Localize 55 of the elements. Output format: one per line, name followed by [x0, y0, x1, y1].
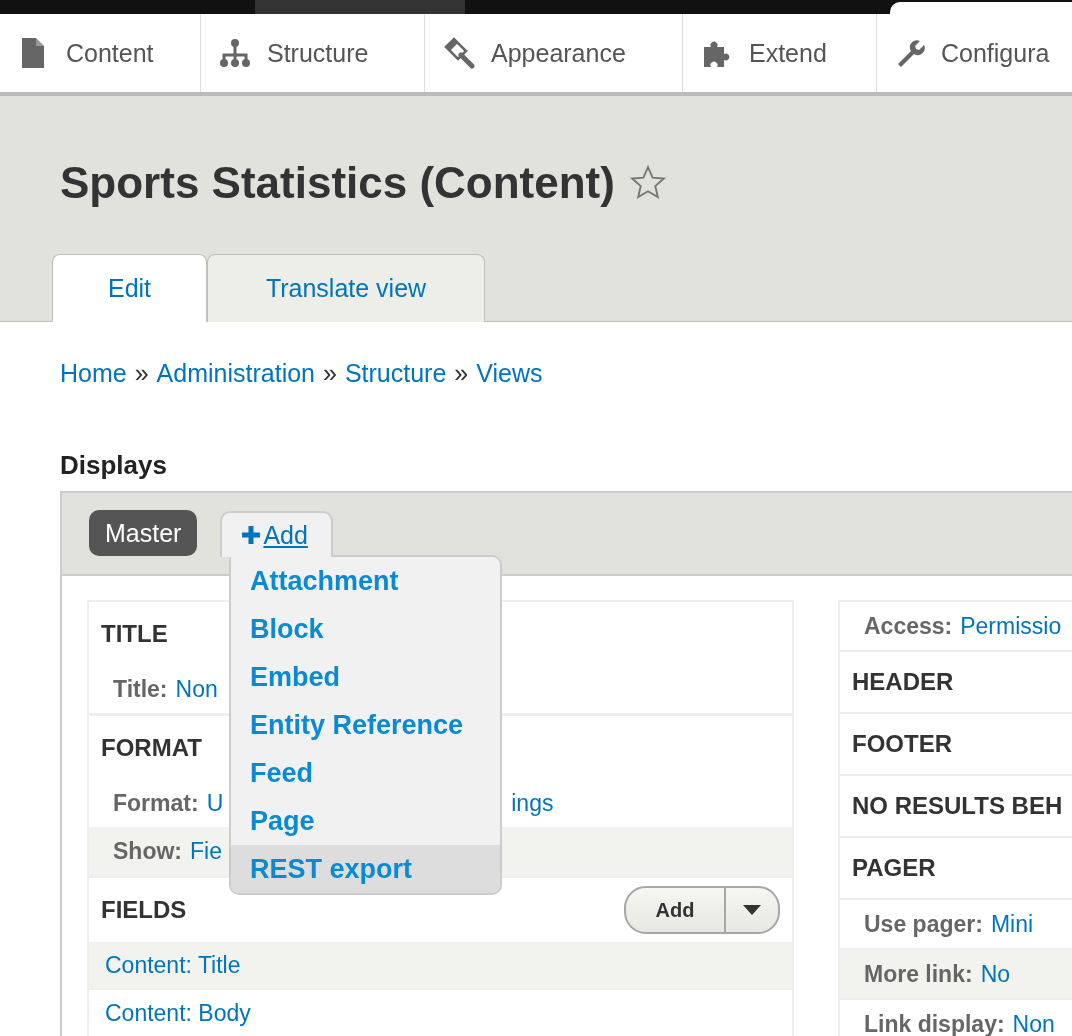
section-heading: Displays — [60, 450, 168, 481]
breadcrumb-link[interactable]: Views — [476, 359, 543, 388]
setting-link[interactable]: ings — [511, 790, 554, 817]
setting-label: Show: — [113, 838, 182, 865]
setting-label: Access: — [864, 612, 953, 640]
menu-item[interactable]: REST export — [231, 845, 500, 893]
breadcrumb-separator: » — [134, 359, 149, 388]
setting-label: More link: — [864, 960, 973, 988]
setting-link[interactable]: Content: Title — [105, 952, 241, 979]
menu-item[interactable]: Entity Reference — [231, 701, 500, 749]
menu-item[interactable]: Page — [231, 797, 500, 845]
breadcrumb-link[interactable]: Administration — [156, 359, 315, 388]
menu-item[interactable]: Attachment — [231, 557, 500, 605]
setting-link[interactable]: Non — [1012, 1010, 1055, 1036]
hierarchy-icon — [219, 37, 251, 69]
section-title: TITLE — [101, 620, 168, 648]
add-button[interactable]: Add — [626, 888, 726, 932]
tab[interactable]: Translate view — [207, 254, 485, 322]
toolbar-item[interactable]: Content — [0, 14, 201, 92]
breadcrumb-separator: » — [454, 359, 469, 388]
menu-item[interactable]: Block — [231, 605, 500, 653]
breadcrumb-link[interactable]: Home — [60, 359, 127, 388]
toolbar-item[interactable]: Structure — [201, 14, 425, 92]
setting-label: Title: — [113, 676, 168, 703]
plus-icon — [242, 526, 261, 544]
toolbar-item[interactable]: Extend — [683, 14, 877, 92]
setting-label: Use pager: — [864, 910, 983, 938]
setting-link[interactable]: U — [206, 790, 224, 817]
section-title: FORMAT — [101, 734, 202, 762]
star-icon[interactable] — [628, 164, 667, 202]
add-display-link[interactable]: Add — [220, 511, 334, 557]
setting-link[interactable]: Non — [175, 676, 218, 703]
setting-label: Link display: — [864, 1010, 1005, 1036]
setting-link[interactable]: Permissio — [960, 612, 1062, 640]
setting-link[interactable]: Content: Body — [105, 1000, 251, 1027]
toolbar-item[interactable]: Appearance — [425, 14, 683, 92]
section-title: FIELDS — [101, 896, 187, 924]
display-tab[interactable]: Master — [89, 510, 198, 556]
caret-icon — [743, 905, 761, 915]
breadcrumb-separator: » — [323, 359, 337, 388]
section-title: PAGER — [840, 838, 1072, 900]
setting-link[interactable]: No — [980, 960, 1011, 988]
section-title: HEADER — [840, 652, 1072, 714]
setting-link[interactable]: Fie — [190, 838, 222, 865]
menu-item[interactable]: Feed — [231, 749, 500, 797]
page-title: Sports Statistics (Content) — [60, 158, 615, 208]
paintbrush-icon — [443, 37, 475, 69]
setting-link[interactable]: Mini — [990, 910, 1034, 938]
menu-item[interactable]: Embed — [231, 653, 500, 701]
toolbar-item[interactable]: Configura — [877, 14, 1072, 92]
section-title: NO RESULTS BEH — [840, 776, 1072, 838]
setting-label: Format: — [113, 790, 199, 817]
breadcrumb-link[interactable]: Structure — [344, 359, 447, 388]
section-title: FOOTER — [840, 714, 1072, 776]
tab[interactable]: Edit — [52, 254, 207, 322]
